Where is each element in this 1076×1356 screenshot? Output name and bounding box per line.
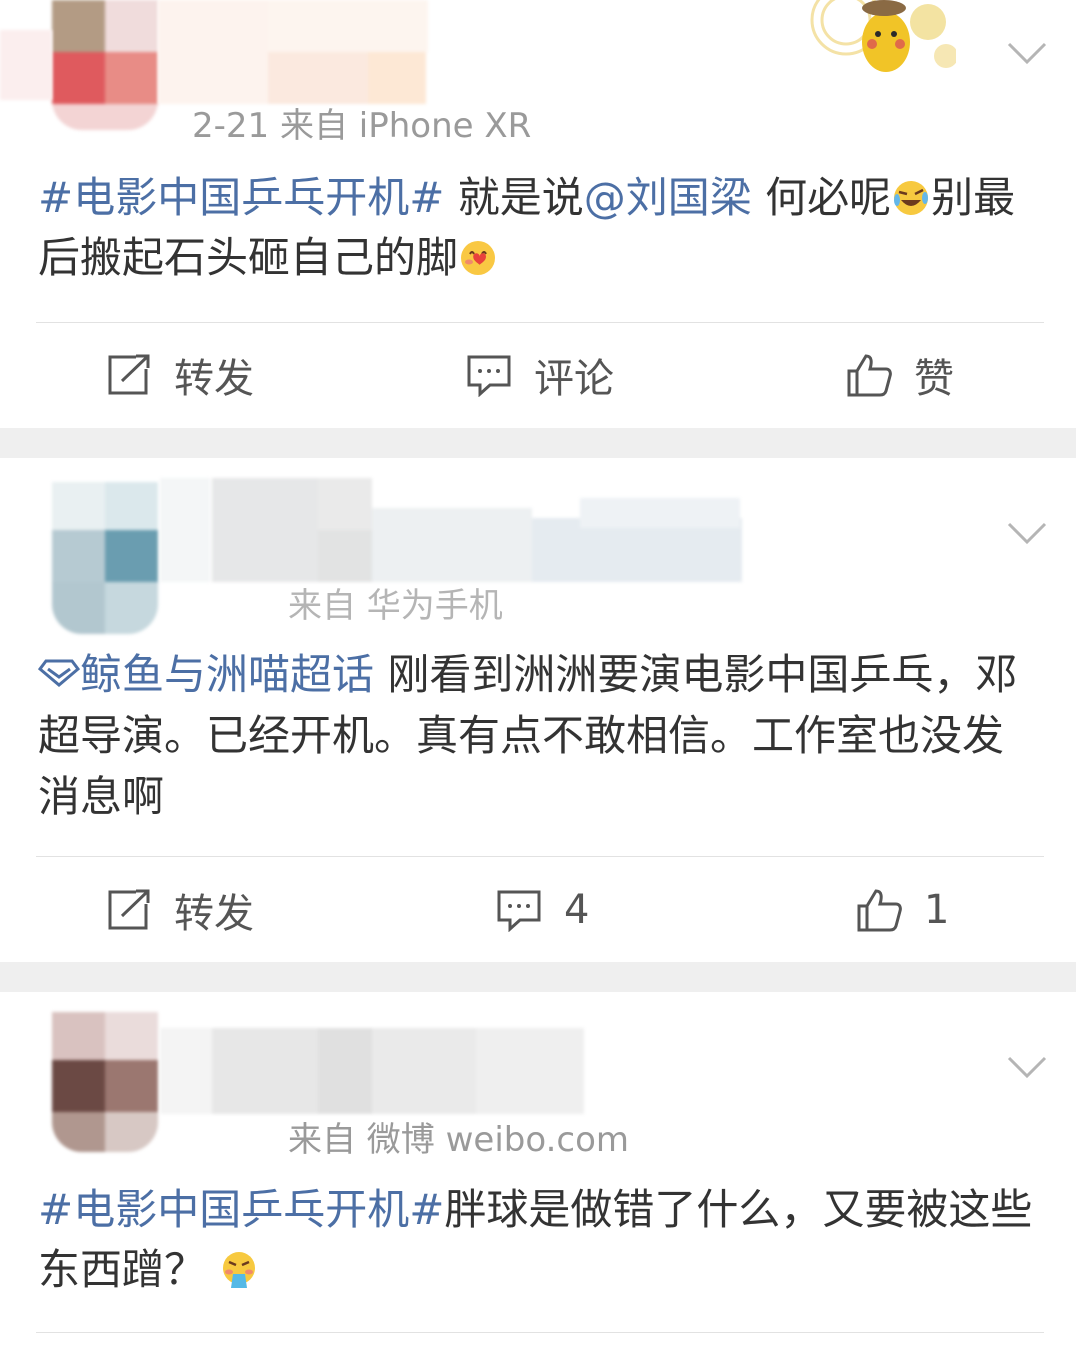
thumbs-up-icon <box>857 889 902 932</box>
post-card-2: 来自 华为手机 鲸鱼与洲喵超话 刚看到洲洲要演电影中国乒乓，邓超导演。已经开机。… <box>0 458 1076 962</box>
repost-button[interactable]: 转发 <box>106 860 254 960</box>
text-span: 何必呢 <box>751 173 892 222</box>
post-meta: 来自 华为手机 <box>288 586 503 626</box>
comment-label: 评论 <box>534 356 614 402</box>
username[interactable] <box>160 478 800 582</box>
comment-button[interactable]: 评论 <box>466 325 614 425</box>
avatar[interactable] <box>52 1012 158 1152</box>
divider <box>36 856 1044 857</box>
post-text: #电影中国乒乓开机#胖球是做错了什么，又要被这些东西蹭？ <box>38 1180 1038 1300</box>
thumbs-up-icon <box>847 354 892 397</box>
repost-icon <box>108 354 150 395</box>
chevron-down-icon[interactable] <box>1006 40 1048 66</box>
comment-button[interactable]: 4 <box>496 860 589 960</box>
post-card-3: 来自 微博 weibo.com #电影中国乒乓开机#胖球是做错了什么，又要被这些… <box>0 992 1076 1356</box>
text-span: 就是说 <box>444 173 584 222</box>
post-card-1: 2-21 来自 iPhone XR #电影中国乒乓开机# 就是说@刘国梁 何必呢… <box>0 0 1076 428</box>
laugh-cry-emoji-icon <box>894 181 929 215</box>
repost-label: 转发 <box>174 891 254 937</box>
username[interactable] <box>0 0 430 104</box>
chevron-down-icon[interactable] <box>1006 520 1048 546</box>
post-text: 鲸鱼与洲喵超话 刚看到洲洲要演电影中国乒乓，邓超导演。已经开机。真有点不敢相信。… <box>37 644 1038 827</box>
post-meta: 2-21 来自 iPhone XR <box>192 106 532 146</box>
action-bar: 转发 4 1 <box>0 860 1076 960</box>
username[interactable] <box>160 1028 584 1114</box>
divider <box>36 1332 1044 1333</box>
comment-icon <box>467 355 511 397</box>
avatar[interactable] <box>52 482 158 634</box>
hashtag-link[interactable]: #电影中国乒乓开机# <box>38 1185 444 1234</box>
repost-button[interactable]: 转发 <box>106 325 254 425</box>
like-count: 1 <box>924 887 950 933</box>
like-label: 赞 <box>914 356 954 402</box>
supertopic-label: 鲸鱼与洲喵超话 <box>80 650 375 699</box>
repost-label: 转发 <box>174 356 254 402</box>
supertopic-link[interactable]: 鲸鱼与洲喵超话 <box>37 650 375 699</box>
divider <box>36 322 1044 323</box>
repost-icon <box>108 889 150 930</box>
vomit-emoji-icon <box>223 1252 256 1288</box>
like-button[interactable]: 赞 <box>846 325 954 425</box>
post-meta: 来自 微博 weibo.com <box>288 1120 629 1160</box>
diamond-icon <box>37 659 81 687</box>
comment-icon <box>497 890 541 932</box>
comment-count: 4 <box>564 887 590 933</box>
post-text: #电影中国乒乓开机# 就是说@刘国梁 何必呢 别最后搬起石头砸自己的脚 <box>38 168 1038 288</box>
chevron-down-icon[interactable] <box>1006 1054 1048 1080</box>
heart-emoji-icon <box>461 241 496 275</box>
pikachu-card-decoration <box>810 0 956 72</box>
hashtag-link[interactable]: #电影中国乒乓开机# <box>38 173 444 222</box>
like-button[interactable]: 1 <box>856 860 949 960</box>
mention-link[interactable]: @刘国梁 <box>584 173 752 222</box>
action-bar: 转发 评论 赞 <box>0 325 1076 425</box>
